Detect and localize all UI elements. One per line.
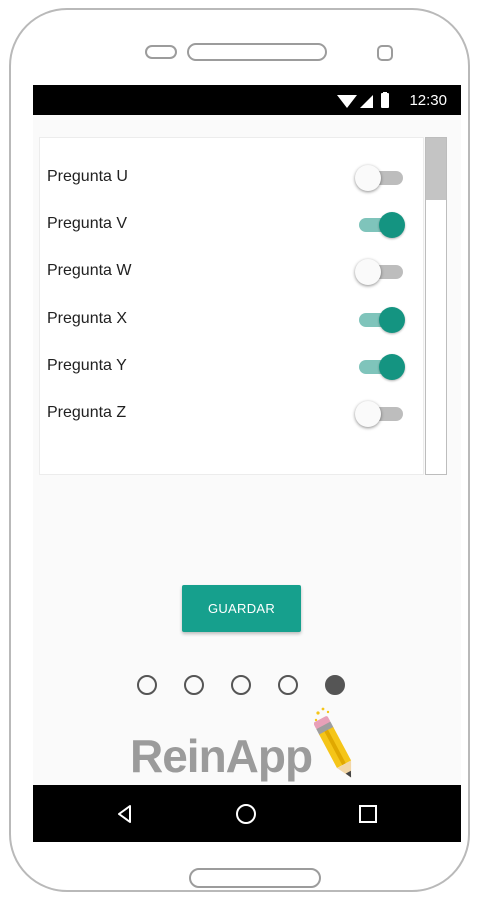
question-label: Pregunta W (47, 262, 132, 279)
speaker-grille (187, 43, 327, 61)
question-toggle[interactable] (355, 307, 407, 333)
nav-back-button[interactable] (110, 799, 140, 829)
question-toggle[interactable] (355, 401, 407, 427)
battery-icon (381, 93, 389, 108)
question-row: Pregunta V (40, 210, 425, 240)
toggle-thumb (355, 165, 381, 191)
reinapp-logo: ReinApp (130, 707, 370, 787)
toggle-thumb (355, 259, 381, 285)
logo-text: ReinApp (130, 730, 313, 782)
home-icon (236, 804, 256, 824)
toggle-thumb (379, 212, 405, 238)
question-toggle[interactable] (355, 354, 407, 380)
question-label: Pregunta U (47, 168, 128, 185)
page-dot[interactable] (137, 675, 157, 695)
page-dot[interactable] (278, 675, 298, 695)
speaker-pill (145, 45, 177, 59)
back-icon (118, 805, 131, 823)
screen: 12:30 Pregunta U Pregunta V Pregunta W Preg… (33, 85, 461, 842)
question-label: Pregunta X (47, 310, 128, 327)
question-row: Pregunta W (40, 257, 425, 287)
question-label: Pregunta Y (47, 357, 127, 374)
question-label: Pregunta Z (47, 404, 127, 421)
page-indicator (137, 675, 357, 697)
question-row: Pregunta Z (40, 399, 425, 429)
status-time: 12:30 (409, 92, 447, 109)
question-label: Pregunta V (47, 215, 128, 232)
hardware-home-slot (189, 868, 321, 888)
page-dot[interactable] (184, 675, 204, 695)
nav-bar (33, 785, 461, 842)
nav-recents-button[interactable] (353, 799, 383, 829)
questions-card: Pregunta U Pregunta V Pregunta W Pregunta X… (39, 137, 424, 475)
scroll-thumb[interactable] (426, 138, 446, 200)
page-dot[interactable] (231, 675, 251, 695)
status-bar: 12:30 (33, 85, 461, 115)
question-row: Pregunta U (40, 163, 425, 193)
nav-home-button[interactable] (231, 799, 261, 829)
question-toggle[interactable] (355, 165, 407, 191)
front-camera (377, 45, 393, 61)
page-dot[interactable] (325, 675, 345, 695)
question-toggle[interactable] (355, 259, 407, 285)
pencil-icon (314, 707, 352, 778)
question-row: Pregunta Y (40, 352, 425, 382)
save-button[interactable]: GUARDAR (182, 585, 301, 632)
scrollbar[interactable] (425, 137, 447, 475)
question-toggle[interactable] (355, 212, 407, 238)
recents-icon (359, 805, 377, 823)
toggle-thumb (355, 401, 381, 427)
toggle-thumb (379, 307, 405, 333)
status-icons (337, 92, 399, 115)
cell-signal-icon (360, 95, 373, 108)
toggle-thumb (379, 354, 405, 380)
wifi-icon (337, 95, 357, 108)
question-row: Pregunta X (40, 305, 425, 335)
